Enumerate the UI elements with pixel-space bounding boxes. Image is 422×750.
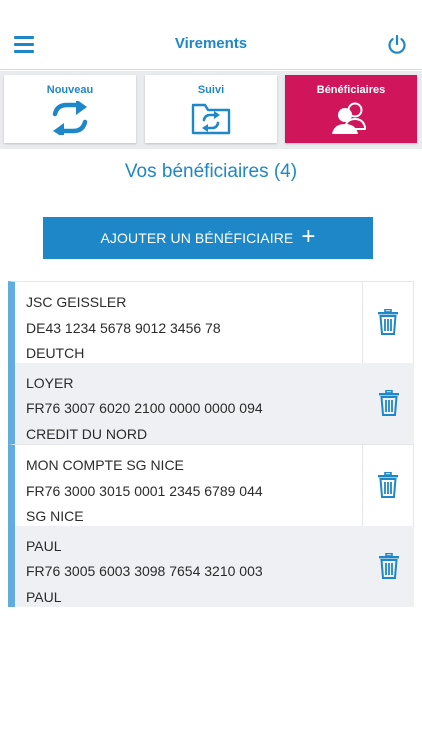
tab-label: Nouveau <box>46 84 94 96</box>
trash-icon[interactable] <box>362 445 413 526</box>
beneficiary-name: PAUL <box>26 537 62 554</box>
trash-icon[interactable] <box>362 282 413 363</box>
add-beneficiary-button[interactable]: AJOUTER UN BÉNÉFICIAIRE + <box>43 217 373 259</box>
beneficiary-name: MON COMPTE SG NICE <box>26 457 184 473</box>
tab-suivi[interactable]: Suivi <box>145 75 277 143</box>
page-title: Virements <box>174 35 248 52</box>
section-title: Vos bénéficiaires (4) <box>124 161 298 182</box>
plus-icon: + <box>301 222 316 250</box>
beneficiaries-people-icon <box>331 101 371 140</box>
beneficiary-row[interactable]: PAUL FR76 3005 6003 3098 7654 3210 003 P… <box>8 525 414 608</box>
power-icon[interactable] <box>386 34 408 56</box>
tab-nouveau[interactable]: Nouveau <box>4 75 136 143</box>
beneficiary-row[interactable]: JSC GEISSLER DE43 1234 5678 9012 3456 78… <box>8 281 414 363</box>
beneficiary-iban: FR76 3007 6020 2100 0000 0000 094 <box>26 400 263 416</box>
tab-label: Suivi <box>197 84 225 96</box>
beneficiary-row[interactable]: MON COMPTE SG NICE FR76 3000 3015 0001 2… <box>8 444 414 526</box>
trash-icon[interactable] <box>363 526 414 608</box>
beneficiary-list: JSC GEISSLER DE43 1234 5678 9012 3456 78… <box>8 281 414 607</box>
beneficiary-bank: PAUL <box>26 588 62 605</box>
folder-transfer-icon <box>191 101 231 140</box>
app-header: Virements <box>0 0 422 70</box>
beneficiary-iban: DE43 1234 5678 9012 3456 78 <box>26 319 221 336</box>
beneficiary-iban: FR76 3005 6003 3098 7654 3210 003 <box>26 563 263 579</box>
tab-label: Bénéficiaires <box>316 84 386 96</box>
tabs-bar: Nouveau Suivi Bénéficiaires <box>0 71 422 149</box>
add-beneficiary-label: AJOUTER UN BÉNÉFICIAIRE <box>100 230 294 246</box>
beneficiary-row[interactable]: LOYER FR76 3007 6020 2100 0000 0000 094 … <box>8 362 414 445</box>
beneficiary-name: LOYER <box>26 374 74 391</box>
trash-icon[interactable] <box>363 363 414 445</box>
beneficiary-name: JSC GEISSLER <box>26 294 127 310</box>
transfer-arrows-icon <box>51 99 89 140</box>
tab-beneficiaires[interactable]: Bénéficiaires <box>285 75 417 143</box>
beneficiary-iban: FR76 3000 3015 0001 2345 6789 044 <box>26 482 263 499</box>
